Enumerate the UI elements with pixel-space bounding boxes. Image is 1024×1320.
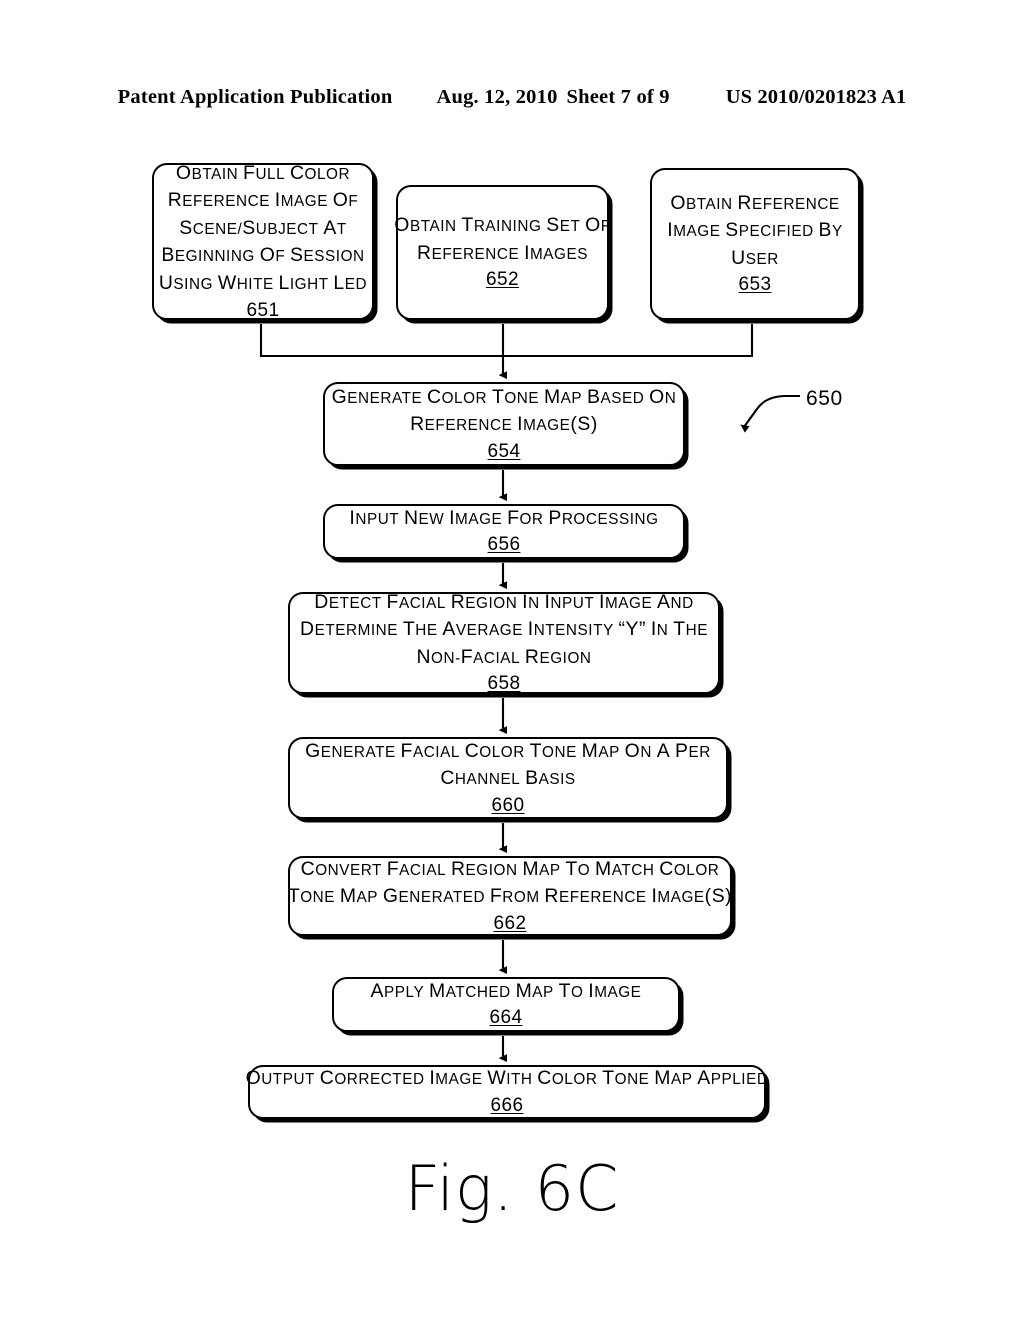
box-651-line-5: USING WHITE LIGHT LED xyxy=(158,271,368,294)
box-653-line-1: OBTAIN REFERENCE xyxy=(670,191,840,214)
box-652-line-1: OBTAIN TRAINING SET OF xyxy=(394,214,611,237)
process-box-651[interactable]: OBTAIN FULL COLOR REFERENCE IMAGE OF SCE… xyxy=(152,161,374,321)
box-651-line-4: BEGINNING OF SESSION xyxy=(161,244,365,267)
box-654-line-1: GENERATE COLOR TONE MAP BASED ON xyxy=(331,385,677,408)
box-666-step-number: 666 xyxy=(490,1094,524,1116)
box-653-step-number: 653 xyxy=(738,274,772,296)
box-651-line-2: REFERENCE IMAGE OF xyxy=(167,189,359,212)
box-662-step-number: 662 xyxy=(493,912,527,934)
process-box-656[interactable]: INPUT NEW IMAGE FOR PROCESSING 656 xyxy=(323,504,685,559)
box-652-step-number: 652 xyxy=(486,269,519,291)
box-666-line-1: OUTPUT CORRECTED IMAGE WITH COLOR TONE M… xyxy=(245,1067,769,1090)
box-662-line-1: CONVERT FACIAL REGION MAP TO MATCH COLOR xyxy=(300,857,720,880)
process-box-652[interactable]: OBTAIN TRAINING SET OF REFERENCE IMAGES … xyxy=(394,185,611,320)
box-651-line-1: OBTAIN FULL COLOR xyxy=(175,161,351,184)
box-654-step-number: 654 xyxy=(487,440,521,462)
box-658-line-3: NON-FACIAL REGION xyxy=(416,645,592,668)
process-box-654[interactable]: GENERATE COLOR TONE MAP BASED ON REFEREN… xyxy=(323,382,685,466)
process-box-658[interactable]: DETECT FACIAL REGION IN INPUT IMAGE AND … xyxy=(288,590,720,695)
merge-bus-line xyxy=(259,324,754,358)
process-box-653[interactable]: OBTAIN REFERENCE IMAGE SPECIFIED BY USER… xyxy=(650,168,860,320)
box-651-line-3: SCENE/SUBJECT AT xyxy=(179,216,347,239)
box-660-step-number: 660 xyxy=(491,794,525,816)
box-652-line-2: REFERENCE IMAGES xyxy=(417,241,588,264)
box-656-line-1: INPUT NEW IMAGE FOR PROCESSING xyxy=(349,506,659,529)
process-box-664[interactable]: APPLY MATCHED MAP TO IMAGE 664 xyxy=(332,977,680,1032)
box-658-step-number: 658 xyxy=(487,673,521,695)
process-box-666[interactable]: OUTPUT CORRECTED IMAGE WITH COLOR TONE M… xyxy=(245,1065,769,1119)
figure-caption: Fig. 6C xyxy=(404,1152,620,1225)
box-654-line-2: REFERENCE IMAGE(S) xyxy=(410,413,598,436)
box-656-step-number: 656 xyxy=(487,534,521,556)
box-660-line-1: GENERATE FACIAL COLOR TONE MAP ON A PER xyxy=(305,739,711,762)
box-658-line-1: DETECT FACIAL REGION IN INPUT IMAGE AND xyxy=(314,590,694,613)
process-box-662[interactable]: CONVERT FACIAL REGION MAP TO MATCH COLOR… xyxy=(288,856,732,936)
reference-numeral-650: 650 xyxy=(806,387,843,410)
flowchart-diagram: OBTAIN FULL COLOR REFERENCE IMAGE OF SCE… xyxy=(0,0,1024,1320)
box-660-line-2: CHANNEL BASIS xyxy=(440,767,576,790)
leader-line-650 xyxy=(740,394,800,433)
box-664-step-number: 664 xyxy=(489,1007,523,1029)
box-662-line-2: TONE MAP GENERATED FROM REFERENCE IMAGE(… xyxy=(287,885,733,908)
box-651-step-number: 651 xyxy=(246,299,280,321)
box-664-line-1: APPLY MATCHED MAP TO IMAGE xyxy=(370,979,642,1002)
box-653-line-2: IMAGE SPECIFIED BY xyxy=(667,219,843,242)
process-box-660[interactable]: GENERATE FACIAL COLOR TONE MAP ON A PER … xyxy=(288,737,728,819)
box-653-line-3: USER xyxy=(731,246,779,269)
box-658-line-2: DETERMINE THE AVERAGE INTENSITY “Y” IN T… xyxy=(300,618,708,641)
